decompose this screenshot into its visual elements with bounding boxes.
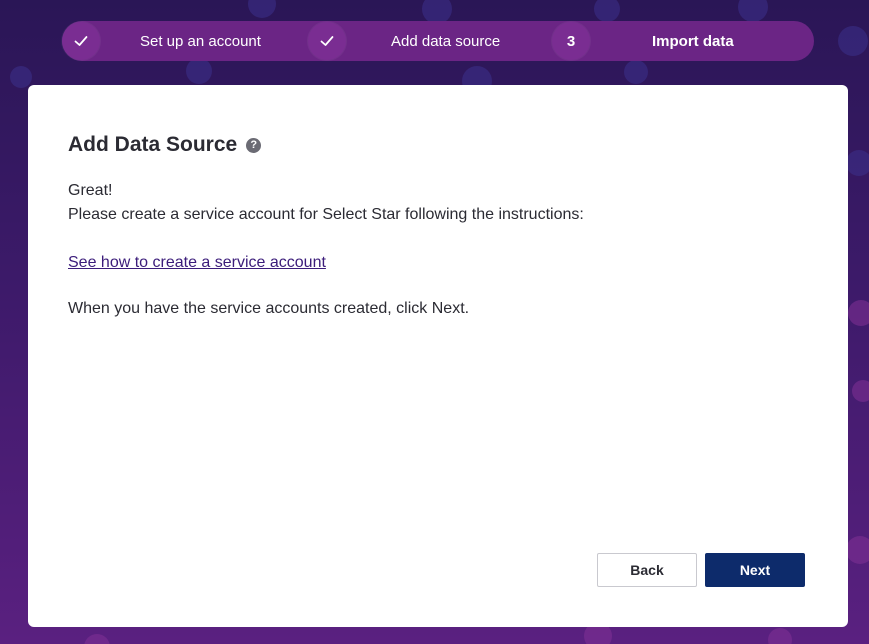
background-bubble (186, 58, 212, 84)
background-bubble (738, 0, 768, 22)
step-2-check-icon (308, 22, 346, 60)
background-bubble (10, 66, 32, 88)
step-3-number: 3 (552, 22, 590, 60)
page-title-text: Add Data Source (68, 133, 238, 156)
background-bubble (768, 628, 792, 644)
next-button[interactable]: Next (705, 553, 805, 587)
background-bubble (594, 0, 620, 22)
background-bubble (846, 150, 869, 176)
step-1-check-icon (62, 22, 100, 60)
step-3-label: Import data (652, 33, 734, 50)
next-step-text: When you have the service accounts creat… (68, 300, 470, 317)
question-circle-icon[interactable]: ? (246, 137, 262, 153)
add-data-source-card: Add Data Source ? Great! Please create a… (28, 85, 848, 627)
progress-stepper: Set up an account Add data source 3 Impo… (62, 21, 814, 61)
background-bubble (846, 536, 869, 564)
background-bubble (84, 634, 110, 644)
background-bubble (848, 300, 869, 326)
background-bubble (248, 0, 276, 18)
background-bubble (838, 26, 868, 56)
background-bubble (624, 60, 648, 84)
instruction-text: Please create a service account for Sele… (68, 206, 584, 223)
background-bubble (852, 380, 869, 402)
back-button[interactable]: Back (597, 553, 697, 587)
step-1-label: Set up an account (140, 33, 261, 50)
page-title: Add Data Source ? (68, 133, 262, 157)
greeting-text: Great! (68, 182, 113, 199)
service-account-help-link[interactable]: See how to create a service account (68, 254, 326, 272)
step-2-label: Add data source (391, 33, 501, 50)
